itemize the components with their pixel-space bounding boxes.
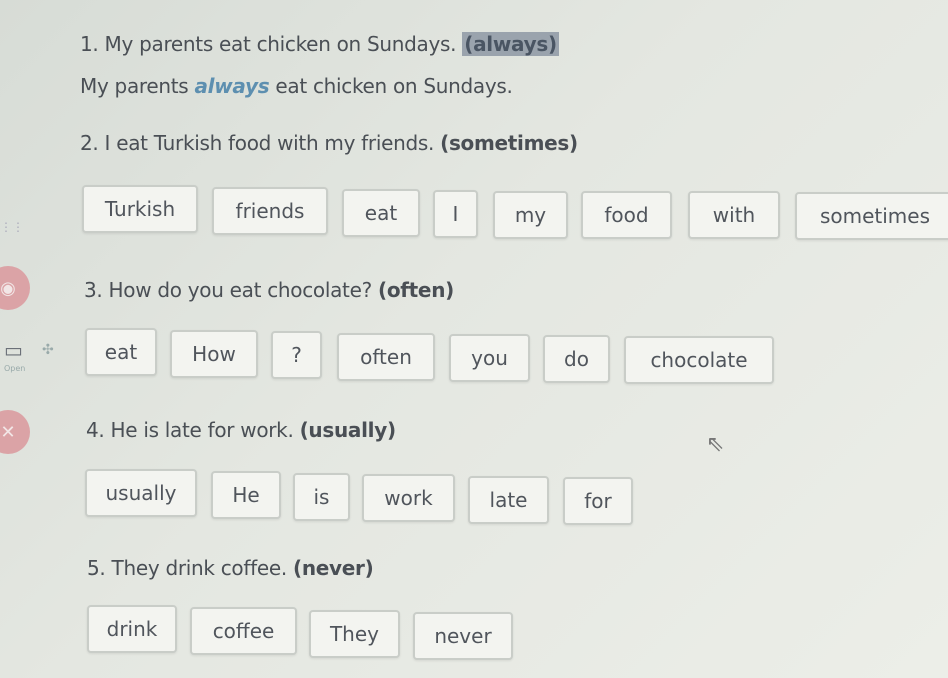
word-chip[interactable]: never	[413, 612, 513, 660]
drag-handle-icon[interactable]: ⋮⋮	[0, 220, 24, 234]
open-label: Open	[4, 364, 26, 373]
word-chip[interactable]: friends	[212, 187, 328, 235]
record-button[interactable]: ◉	[0, 266, 30, 310]
word-chip[interactable]: sometimes	[795, 192, 948, 240]
answer-1: My parents always eat chicken on Sundays…	[80, 74, 513, 98]
question-3: 3. How do you eat chocolate? (often)	[84, 278, 454, 302]
question-5: 5. They drink coffee. (never)	[87, 556, 374, 580]
word-chip[interactable]: eat	[85, 328, 157, 376]
answer-adverb: always	[194, 74, 270, 98]
question-number: 4.	[86, 418, 105, 442]
question-text: How do you eat chocolate?	[108, 278, 373, 302]
word-chip[interactable]: food	[581, 191, 672, 239]
word-chip[interactable]: Turkish	[82, 185, 198, 233]
adverb-hint: (often)	[377, 278, 454, 302]
question-text: My parents eat chicken on Sundays.	[104, 32, 457, 56]
word-chip[interactable]: I	[433, 190, 478, 238]
word-chip[interactable]: often	[337, 333, 435, 381]
question-2: 2. I eat Turkish food with my friends. (…	[80, 131, 578, 155]
sparkle-icon: ✣	[42, 342, 54, 358]
word-chip[interactable]: with	[688, 191, 780, 239]
adverb-hint: (usually)	[299, 418, 397, 442]
close-button[interactable]: ✕	[0, 410, 30, 454]
answer-text: My parents	[80, 74, 195, 98]
question-text: I eat Turkish food with my friends.	[104, 131, 435, 155]
word-chip[interactable]: work	[362, 474, 455, 522]
record-icon: ◉	[0, 277, 16, 299]
word-chip[interactable]: He	[211, 471, 281, 519]
question-text: They drink coffee.	[111, 556, 288, 580]
question-1: 1. My parents eat chicken on Sundays. (a…	[80, 32, 559, 56]
word-chip[interactable]: for	[563, 477, 633, 525]
question-text: He is late for work.	[110, 418, 294, 442]
question-4: 4. He is late for work. (usually)	[86, 418, 396, 442]
word-chip[interactable]: my	[493, 191, 568, 239]
word-chip[interactable]: is	[293, 473, 350, 521]
word-chip[interactable]: They	[309, 610, 400, 658]
word-chip[interactable]: do	[543, 335, 610, 383]
answer-text: eat chicken on Sundays.	[269, 74, 513, 98]
open-chat-button[interactable]: ▭ ✣ Open	[4, 338, 74, 378]
adverb-hint-selected: (always)	[462, 32, 559, 56]
word-chip[interactable]: How	[170, 330, 258, 378]
adverb-hint: (never)	[292, 556, 374, 580]
question-number: 2.	[80, 131, 99, 155]
adverb-hint: (sometimes)	[440, 131, 578, 155]
chat-icon: ▭	[4, 338, 23, 362]
question-number: 3.	[84, 278, 103, 302]
word-chip[interactable]: you	[449, 334, 530, 382]
word-chip[interactable]: drink	[87, 605, 177, 653]
word-chip[interactable]: coffee	[190, 607, 297, 655]
close-icon: ✕	[0, 421, 16, 443]
question-number: 5.	[87, 556, 106, 580]
question-number: 1.	[80, 32, 99, 56]
word-chip[interactable]: late	[468, 476, 549, 524]
word-chip[interactable]: ?	[271, 331, 322, 379]
mouse-cursor-icon: ⇖	[706, 432, 725, 457]
word-chip[interactable]: eat	[342, 189, 420, 237]
word-chip[interactable]: usually	[85, 469, 197, 517]
word-chip[interactable]: chocolate	[624, 336, 774, 384]
